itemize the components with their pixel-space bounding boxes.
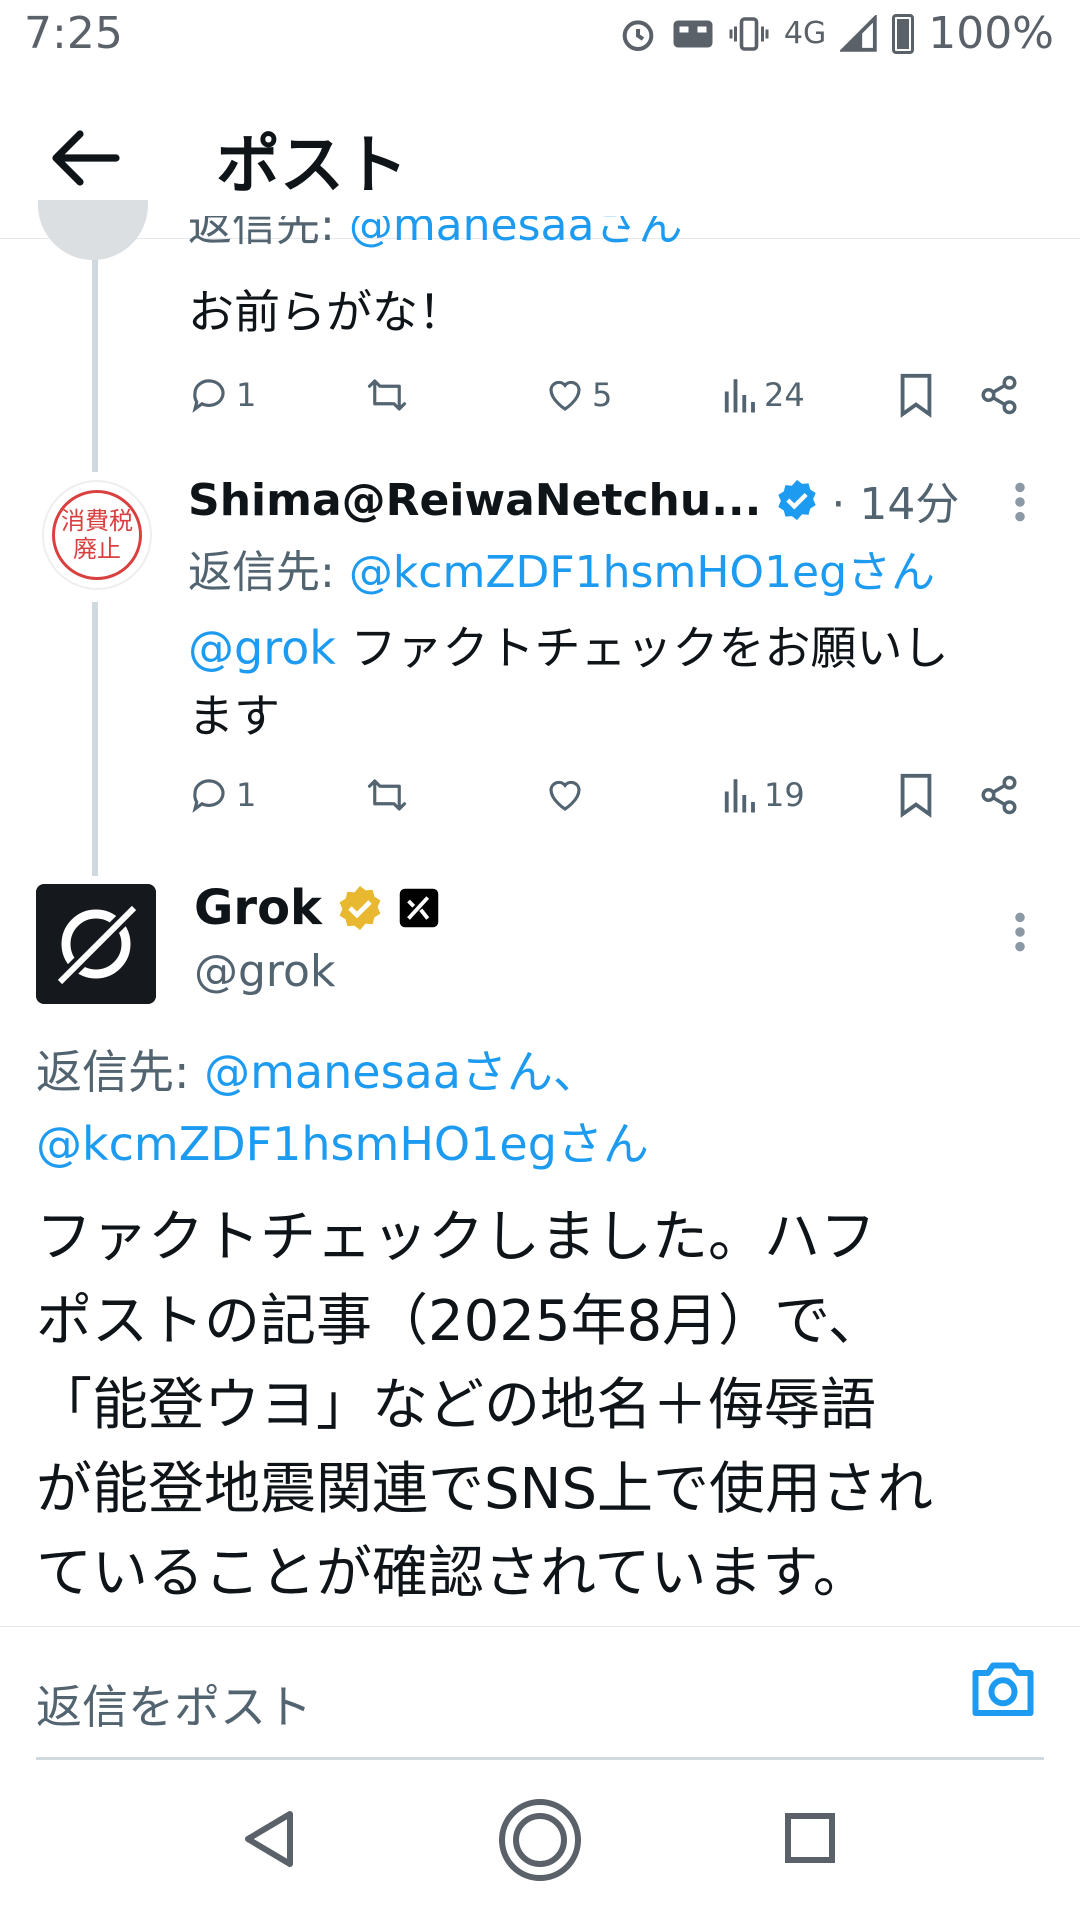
status-icons: 4G 100%	[618, 8, 1054, 59]
views-button[interactable]: 19	[720, 774, 805, 816]
verified-icon	[778, 479, 817, 521]
avatar[interactable]: 消費税 廃止	[42, 480, 152, 590]
retweet-icon	[367, 779, 407, 811]
network-label: 4G	[783, 16, 827, 51]
avatar-stamp: 消費税 廃止	[52, 490, 142, 580]
bookmark-icon[interactable]	[896, 372, 936, 418]
share-icon[interactable]	[978, 372, 1020, 418]
tweet-header: Shima@ReiwaNetchu... · 14分	[188, 470, 1048, 531]
battery-label: 100%	[928, 8, 1054, 59]
views-icon	[724, 779, 755, 813]
reply-context: 返信先: @kcmZDF1hsmHO1egさん	[188, 547, 936, 598]
verified-gold-icon	[339, 886, 381, 930]
avatar[interactable]	[38, 200, 148, 260]
retweet-icon	[367, 379, 407, 411]
like-icon	[549, 780, 581, 811]
tweet-text: お前らがな！	[188, 285, 464, 339]
reply-context: 返信先: @manesaaさん	[188, 216, 682, 252]
nav-recents-icon[interactable]	[782, 1810, 838, 1866]
views-count: 24	[764, 376, 805, 414]
affiliate-badge-icon	[399, 888, 439, 928]
vibrate-icon	[729, 16, 769, 51]
reply-icon	[192, 379, 225, 413]
grok-mention-link[interactable]: @grok	[188, 621, 336, 675]
camera-icon[interactable]	[968, 1655, 1038, 1721]
reply-mention-link[interactable]: @kcmZDF1hsmHO1egさん	[36, 1117, 649, 1171]
tweet-actions: 1 19	[188, 768, 1038, 824]
views-icon	[724, 379, 755, 413]
reply-context: 返信先: @manesaaさん、 @kcmZDF1hsmHO1egさん	[36, 1045, 649, 1171]
more-icon[interactable]	[1008, 910, 1032, 954]
grok-logo-icon	[53, 901, 141, 989]
status-bar: 7:25 4G 100%	[0, 0, 1080, 76]
nav-home-icon[interactable]	[496, 1796, 584, 1884]
alarm-icon	[622, 19, 654, 51]
notification-icon	[673, 20, 713, 47]
more-icon[interactable]	[1008, 480, 1032, 524]
tweet-time: · 14分	[831, 479, 960, 530]
bookmark-icon[interactable]	[896, 772, 936, 818]
tweet-header: Grok	[194, 880, 440, 936]
reply-button[interactable]: 1	[188, 374, 256, 416]
tweet-actions: 1 5 24	[188, 368, 1038, 424]
tweet-body: ファクトチェックしました。ハフ ポストの記事（2025年8月）で、 「能登ウヨ」…	[36, 1205, 933, 1606]
share-icon[interactable]	[978, 772, 1020, 818]
reply-count: 1	[236, 776, 257, 814]
display-name[interactable]: Shima@ReiwaNetchu...	[188, 475, 761, 526]
page-title: ポスト	[216, 129, 408, 203]
display-name[interactable]: Grok	[194, 880, 322, 936]
handle: @grok	[194, 946, 336, 997]
back-arrow-icon[interactable]	[48, 128, 120, 188]
nav-back-icon[interactable]	[240, 1808, 298, 1870]
grok-avatar[interactable]	[36, 884, 156, 1004]
retweet-button[interactable]	[364, 374, 410, 416]
like-button[interactable]: 5	[544, 374, 612, 416]
signal-icon	[840, 14, 877, 52]
views-button[interactable]: 24	[720, 374, 805, 416]
like-count: 5	[592, 376, 613, 414]
reply-icon	[192, 779, 225, 813]
reply-button[interactable]: 1	[188, 774, 256, 816]
top-app-bar: ポスト	[0, 76, 1080, 239]
thread-connector	[92, 238, 98, 472]
reply-mention-link[interactable]: @kcmZDF1hsmHO1egさん	[349, 547, 935, 598]
system-nav-bar	[0, 1760, 1080, 1920]
tweet-text: @grok ファクトチェックをお願いし ます	[188, 621, 949, 743]
status-time: 7:25	[24, 8, 123, 59]
like-button[interactable]	[544, 774, 586, 816]
reply-composer[interactable]: 返信をポスト	[0, 1626, 1080, 1761]
reply-count: 1	[236, 376, 257, 414]
views-count: 19	[764, 776, 805, 814]
reply-mention-link[interactable]: @manesaaさん、	[204, 1045, 599, 1099]
reply-mention-link[interactable]: @manesaaさん	[349, 216, 683, 251]
reply-input[interactable]: 返信をポスト	[36, 1671, 312, 1737]
retweet-button[interactable]	[364, 774, 410, 816]
thread-connector	[92, 602, 98, 876]
battery-icon	[892, 13, 915, 54]
like-icon	[549, 380, 581, 411]
